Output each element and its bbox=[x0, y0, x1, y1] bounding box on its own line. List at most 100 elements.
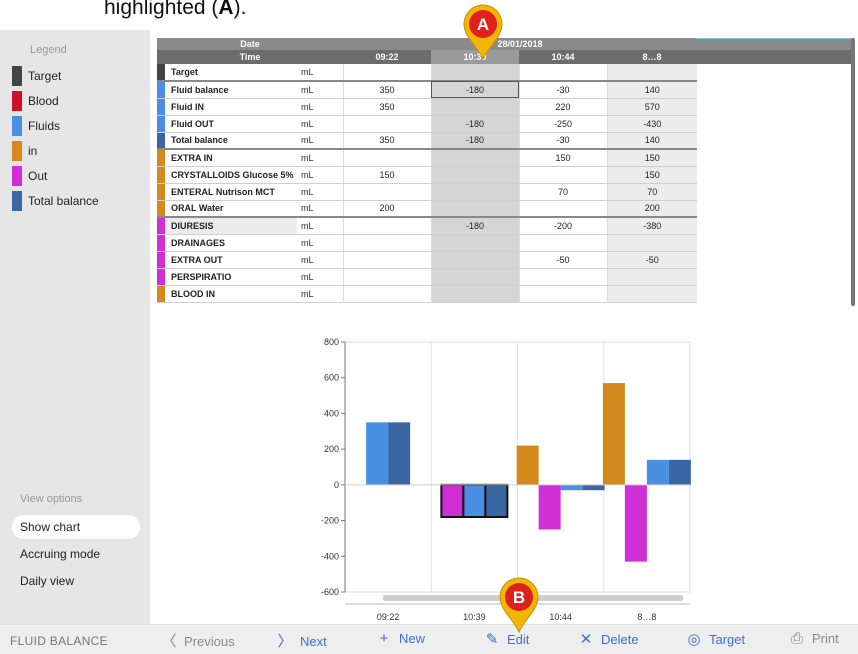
value-cell[interactable]: 350 bbox=[342, 98, 432, 116]
chart-bar[interactable] bbox=[668, 459, 691, 485]
value-cell[interactable] bbox=[518, 166, 608, 184]
chart-bar[interactable] bbox=[624, 484, 647, 562]
value-cell[interactable] bbox=[342, 251, 432, 269]
value-cell[interactable]: -180 bbox=[430, 217, 520, 235]
value-cell[interactable] bbox=[518, 200, 608, 218]
value-cell[interactable]: 350 bbox=[342, 132, 432, 150]
value-cell[interactable] bbox=[430, 251, 520, 269]
value-cell[interactable] bbox=[606, 64, 698, 82]
value-cell[interactable] bbox=[430, 234, 520, 252]
value-cell[interactable]: 150 bbox=[606, 166, 698, 184]
value-cell[interactable] bbox=[430, 98, 520, 116]
value-cell[interactable] bbox=[430, 200, 520, 218]
chart-bar[interactable] bbox=[646, 459, 669, 485]
value-cell[interactable] bbox=[606, 234, 698, 252]
target-button[interactable]: ◎ Target bbox=[685, 630, 745, 652]
date-header-value: 28/01/2018 bbox=[343, 38, 698, 50]
table-row: BLOOD IN mL bbox=[157, 285, 698, 303]
chart-bar[interactable] bbox=[582, 484, 605, 491]
chart-bar[interactable] bbox=[516, 445, 539, 485]
legend-item: Blood bbox=[12, 91, 142, 111]
chart-bar[interactable] bbox=[560, 484, 583, 491]
value-cell[interactable] bbox=[342, 217, 432, 235]
value-cell[interactable]: -180 bbox=[430, 132, 520, 150]
view-option-show-chart[interactable]: Show chart bbox=[12, 515, 140, 539]
left-panel: Legend Target Blood Fluids in Out Total balan… bbox=[0, 30, 150, 624]
chart-bar[interactable] bbox=[366, 422, 389, 485]
value-cell[interactable] bbox=[518, 64, 608, 82]
legend-item: Total balance bbox=[12, 191, 142, 211]
chart-bar[interactable] bbox=[538, 484, 561, 530]
value-cell[interactable]: 70 bbox=[518, 183, 608, 201]
value-cell[interactable]: 200 bbox=[342, 200, 432, 218]
value-cell[interactable]: 140 bbox=[606, 81, 698, 99]
next-button[interactable]: 〉 Next bbox=[276, 630, 326, 652]
value-cell[interactable] bbox=[430, 183, 520, 201]
value-cell[interactable]: -30 bbox=[518, 132, 608, 150]
value-cell[interactable] bbox=[606, 268, 698, 286]
chart-bar[interactable] bbox=[602, 383, 625, 485]
time-column-header[interactable]: 09:22 bbox=[343, 50, 432, 64]
view-option-accruing-mode[interactable]: Accruing mode bbox=[12, 542, 140, 566]
delete-button[interactable]: ✕ Delete bbox=[577, 630, 639, 652]
value-cell[interactable] bbox=[342, 64, 432, 82]
value-cell[interactable]: 220 bbox=[518, 98, 608, 116]
date-header-label: Date bbox=[157, 38, 344, 50]
value-cell[interactable] bbox=[342, 149, 432, 167]
time-column-header[interactable]: 8…8 bbox=[607, 50, 698, 64]
value-cell[interactable]: -180 bbox=[430, 115, 520, 133]
value-cell[interactable] bbox=[430, 64, 520, 82]
value-cell[interactable]: -430 bbox=[606, 115, 698, 133]
legend-item: Target bbox=[12, 66, 142, 86]
view-option-daily-view[interactable]: Daily view bbox=[12, 569, 140, 593]
value-cell[interactable]: -380 bbox=[606, 217, 698, 235]
chart-bar[interactable] bbox=[440, 483, 465, 519]
chart-bar[interactable] bbox=[462, 483, 487, 519]
value-cell[interactable] bbox=[430, 149, 520, 167]
value-cell[interactable]: -50 bbox=[606, 251, 698, 269]
row-color-bar bbox=[157, 64, 165, 79]
marker-letter: B bbox=[513, 588, 525, 607]
value-cell[interactable] bbox=[430, 285, 520, 303]
value-cell[interactable] bbox=[342, 285, 432, 303]
value-cell[interactable]: 200 bbox=[606, 200, 698, 218]
x-tick-label: 10:44 bbox=[549, 612, 572, 622]
value-cell[interactable]: 150 bbox=[342, 166, 432, 184]
value-cell[interactable] bbox=[518, 234, 608, 252]
row-name: Fluid OUT bbox=[157, 115, 297, 133]
print-button[interactable]: ⎙ Print bbox=[788, 630, 839, 652]
value-cell[interactable]: 150 bbox=[518, 149, 608, 167]
value-cell[interactable] bbox=[342, 115, 432, 133]
legend-label: Total balance bbox=[28, 194, 99, 208]
new-button[interactable]: + New bbox=[375, 630, 425, 652]
value-cell[interactable]: -250 bbox=[518, 115, 608, 133]
value-cell[interactable] bbox=[342, 268, 432, 286]
table-row: DRAINAGES mL bbox=[157, 234, 698, 252]
legend-swatch bbox=[12, 66, 22, 86]
value-cell[interactable]: -200 bbox=[518, 217, 608, 235]
value-cell[interactable]: -50 bbox=[518, 251, 608, 269]
chart-bar[interactable] bbox=[388, 422, 411, 485]
time-column-header[interactable]: 10:44 bbox=[519, 50, 608, 64]
y-tick-label: 400 bbox=[324, 408, 339, 418]
value-cell[interactable]: 140 bbox=[606, 132, 698, 150]
value-cell[interactable]: 70 bbox=[606, 183, 698, 201]
value-cell[interactable] bbox=[518, 285, 608, 303]
value-cell[interactable] bbox=[342, 234, 432, 252]
value-cell[interactable] bbox=[342, 183, 432, 201]
legend-swatch bbox=[12, 166, 22, 186]
value-cell[interactable]: 350 bbox=[342, 81, 432, 99]
previous-button[interactable]: 〈 Previous bbox=[160, 630, 234, 652]
legend-label: Out bbox=[28, 169, 48, 183]
value-cell[interactable]: 570 bbox=[606, 98, 698, 116]
value-cell[interactable] bbox=[518, 268, 608, 286]
value-cell[interactable] bbox=[606, 285, 698, 303]
value-cell[interactable]: 150 bbox=[606, 149, 698, 167]
chart-bar[interactable] bbox=[484, 483, 509, 519]
table-scrollbar[interactable] bbox=[851, 38, 855, 306]
value-cell[interactable]: -180 bbox=[430, 81, 520, 99]
value-cell[interactable] bbox=[430, 166, 520, 184]
row-unit: mL bbox=[297, 149, 344, 167]
value-cell[interactable] bbox=[430, 268, 520, 286]
value-cell[interactable]: -30 bbox=[518, 81, 608, 99]
